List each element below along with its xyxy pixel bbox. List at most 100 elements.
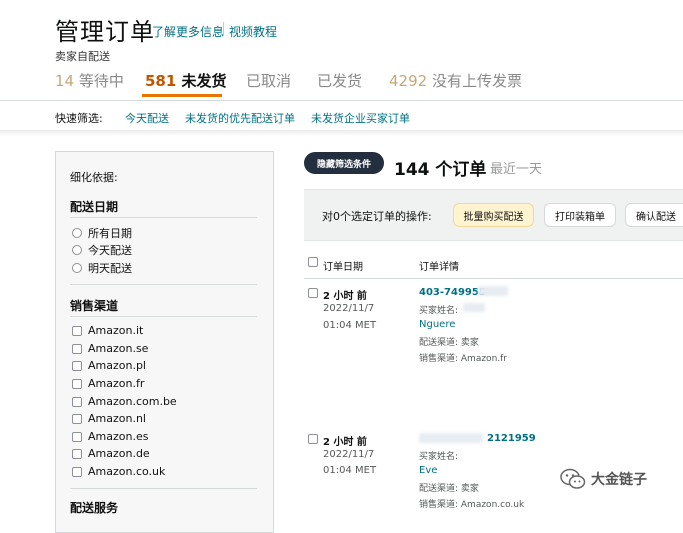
order-date: 2022/11/7 [323, 449, 375, 460]
channel-label: Amazon.se [88, 342, 149, 355]
watermark-text: 大金链子 [591, 472, 647, 488]
channel-amazon-de[interactable]: Amazon.de [72, 447, 150, 460]
watermark: 大金链子 [560, 468, 647, 490]
radio-icon [72, 245, 82, 255]
tab-pending[interactable]: 14 等待中 [55, 70, 124, 91]
channel-label: Amazon.nl [88, 412, 146, 425]
sales-channel: 销售渠道: Amazon.co.uk [419, 500, 525, 510]
fulfillment-channel: 配送渠道: 卖家 [419, 484, 479, 494]
tab-count: 581 [145, 72, 177, 90]
buyer-label: 买家姓名: [419, 452, 459, 462]
tab-label: 未发货 [181, 72, 227, 90]
order-range[interactable]: 最近一天 [490, 158, 542, 177]
buyer-name-link[interactable]: Nguere [419, 319, 455, 330]
learn-more-link[interactable]: 了解更多信息 [152, 23, 224, 40]
channel-heading: 销售渠道 [70, 299, 119, 313]
confirm-shipment-button[interactable]: 确认配送 [625, 203, 683, 227]
section-divider [70, 316, 257, 317]
hide-filters-button[interactable]: 隐藏筛选条件 [304, 152, 384, 174]
checkbox-icon [72, 325, 82, 336]
radio-label: 明天配送 [88, 262, 132, 275]
quick-filter-priority[interactable]: 未发货的优先配送订单 [185, 110, 295, 126]
order-id-link[interactable]: 403-749955 [419, 287, 486, 298]
row-checkbox[interactable] [308, 434, 318, 444]
checkbox-icon [72, 396, 82, 407]
quick-filter-today[interactable]: 今天配送 [125, 110, 169, 126]
channel-amazon-fr[interactable]: Amazon.fr [72, 377, 144, 390]
checkbox-icon [72, 448, 82, 459]
wechat-icon [560, 468, 586, 489]
order-age: 2 小时 前 [323, 437, 367, 448]
tab-label: 等待中 [78, 72, 124, 90]
channel-amazon-pl[interactable]: Amazon.pl [72, 359, 146, 372]
channel-amazon-it[interactable]: Amazon.it [72, 324, 143, 337]
sales-channel: 销售渠道: Amazon.fr [419, 354, 507, 364]
tab-unshipped[interactable]: 581 未发货 [145, 70, 227, 91]
tab-label: 没有上传发票 [431, 72, 522, 90]
redacted-block [463, 303, 485, 312]
order-age: 2 小时 前 [323, 291, 367, 302]
tab-count: 14 [55, 72, 75, 90]
shipping-service-heading: 配送服务 [70, 501, 119, 515]
tab-count: 4292 [389, 72, 428, 90]
tab-label: 已取消 [246, 72, 292, 90]
channel-amazon-es[interactable]: Amazon.es [72, 430, 148, 443]
channel-label: Amazon.it [88, 324, 144, 337]
ship-date-heading: 配送日期 [70, 200, 119, 214]
channel-label: Amazon.fr [88, 377, 145, 390]
order-time: 01:04 MET [323, 320, 377, 331]
row-checkbox[interactable] [308, 288, 318, 298]
checkbox-icon [72, 343, 82, 354]
radio-all-dates[interactable]: 所有日期 [72, 225, 132, 241]
checkbox-icon [72, 360, 82, 371]
quick-filter-business[interactable]: 未发货企业买家订单 [311, 110, 410, 126]
channel-amazon-com-be[interactable]: Amazon.com.be [72, 395, 177, 408]
buyer-label: 买家姓名: [419, 306, 459, 316]
order-id-link[interactable]: 2121959 [487, 433, 536, 444]
seller-fulfilled-label: 卖家自配送 [55, 50, 110, 63]
channel-amazon-nl[interactable]: Amazon.nl [72, 412, 146, 425]
radio-icon [72, 263, 82, 273]
col-order-details[interactable]: 订单详情 [419, 258, 459, 273]
radio-today[interactable]: 今天配送 [72, 242, 132, 258]
radio-label: 今天配送 [88, 244, 132, 257]
quick-filter-label: 快速筛选: [55, 112, 103, 125]
tab-shipped[interactable]: 已发货 [317, 70, 362, 91]
channel-label: Amazon.es [88, 430, 149, 443]
bulk-buy-shipping-button[interactable]: 批量购买配送 [453, 203, 534, 227]
tabs-divider [0, 100, 683, 101]
print-packing-slip-button[interactable]: 打印装箱单 [544, 203, 616, 227]
channel-label: Amazon.pl [88, 359, 146, 372]
tab-no-invoice[interactable]: 4292 没有上传发票 [389, 70, 522, 91]
redacted-block [419, 433, 483, 443]
page-title: 管理订单 [55, 18, 155, 46]
active-tab-indicator [142, 94, 222, 97]
buyer-name-link[interactable]: Eve [419, 465, 437, 476]
channel-amazon-co-uk[interactable]: Amazon.co.uk [72, 465, 165, 478]
tab-cancelled[interactable]: 已取消 [246, 70, 291, 91]
section-divider [70, 284, 257, 285]
section-divider [70, 217, 257, 218]
channel-amazon-se[interactable]: Amazon.se [72, 342, 148, 355]
channel-label: Amazon.de [88, 447, 150, 460]
radio-label: 所有日期 [88, 227, 132, 240]
checkbox-icon [72, 378, 82, 389]
channel-label: Amazon.com.be [88, 395, 177, 408]
header-divider [223, 22, 224, 36]
video-tutorial-link[interactable]: 视频教程 [229, 23, 277, 40]
checkbox-icon [72, 431, 82, 442]
col-order-date[interactable]: 订单日期 [323, 258, 363, 273]
order-count: 144 个订单 [394, 160, 487, 180]
select-all-checkbox[interactable] [308, 257, 318, 267]
order-time: 01:04 MET [323, 465, 377, 476]
bulk-action-label: 对0个选定订单的操作: [322, 210, 432, 223]
channel-label: Amazon.co.uk [88, 465, 166, 478]
section-divider [70, 488, 257, 489]
fulfillment-channel: 配送渠道: 卖家 [419, 338, 479, 348]
order-date: 2022/11/7 [323, 303, 375, 314]
radio-tomorrow[interactable]: 明天配送 [72, 260, 132, 276]
radio-icon [72, 228, 82, 238]
table-header-divider [304, 278, 683, 279]
refine-label: 细化依据: [70, 171, 118, 184]
redacted-block [478, 286, 508, 296]
